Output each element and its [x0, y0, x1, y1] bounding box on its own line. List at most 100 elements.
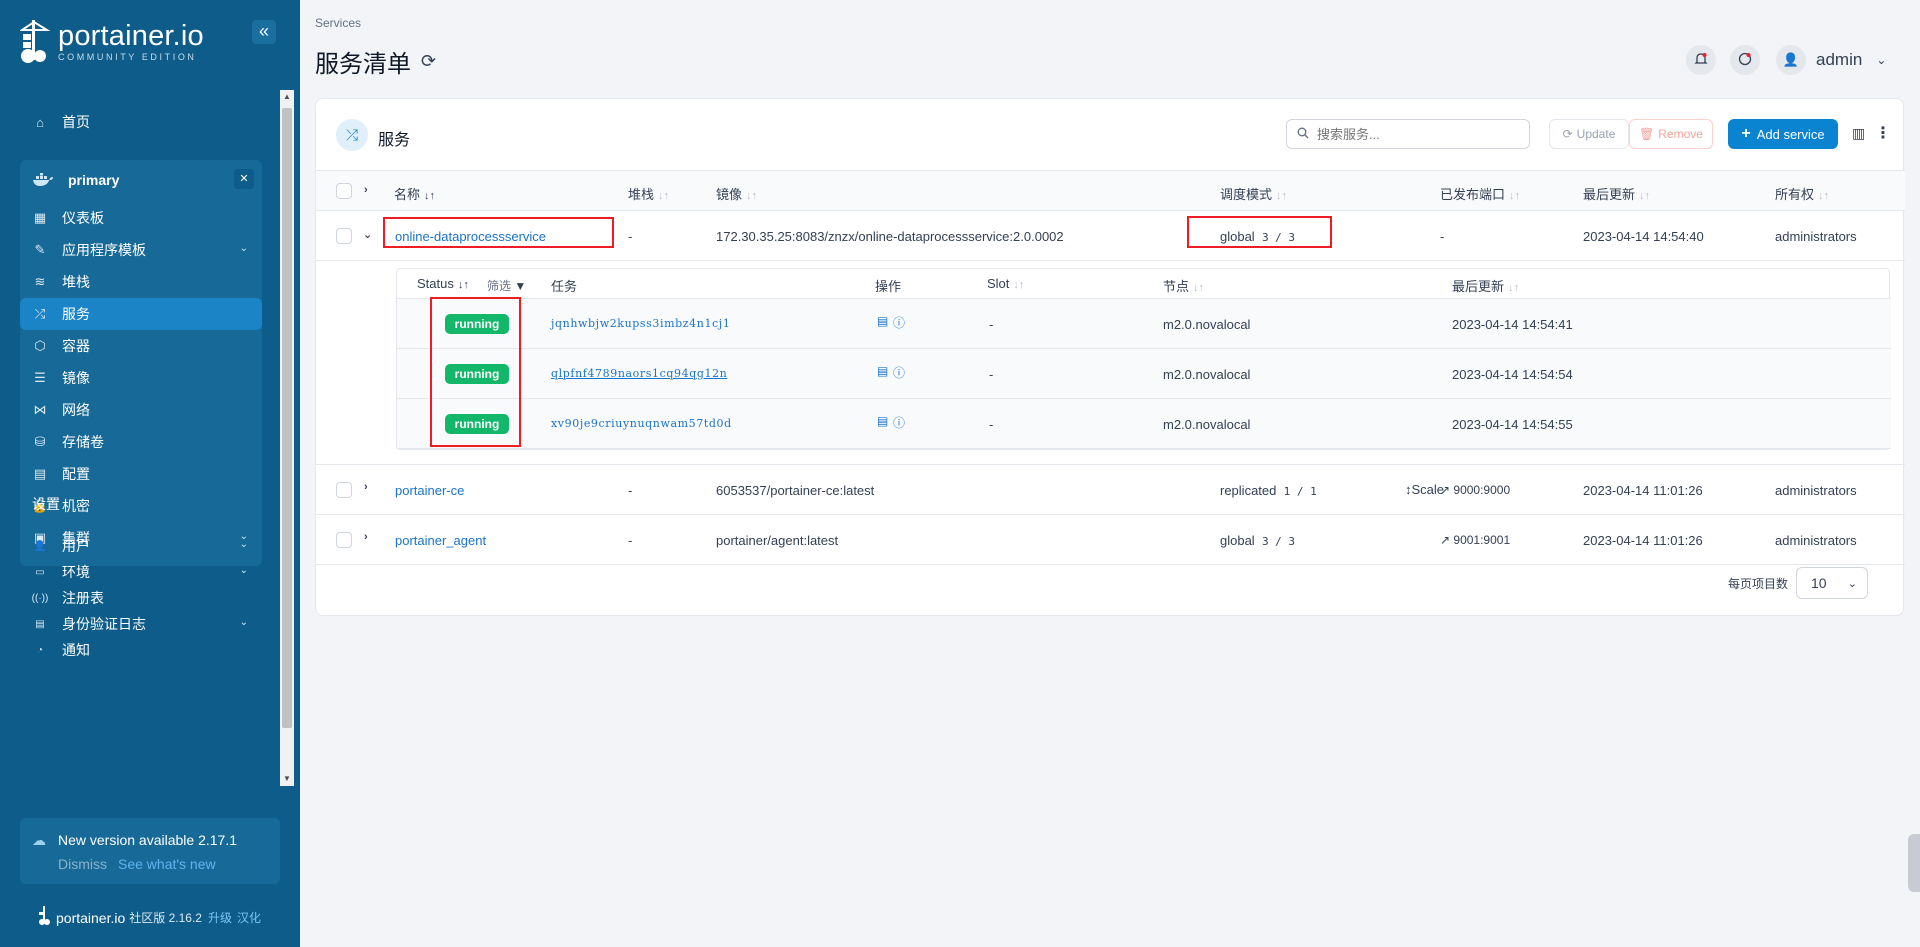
sidebar-item-rocket[interactable]: ✎ 应用程序模板 ⌄: [20, 234, 262, 266]
sidebar-item-clipboard[interactable]: ▤ 配置: [20, 458, 262, 490]
task-updated: 2023-04-14 14:54:55: [1452, 417, 1573, 432]
sidebar-scrollbar[interactable]: ▲ ▼: [280, 90, 294, 786]
filter-button[interactable]: 筛选 ▼: [487, 277, 526, 294]
sidebar-item-shuffle[interactable]: ⤮ 服务: [20, 298, 262, 330]
col-ports[interactable]: 已发布端口 ↓↑: [1440, 184, 1520, 203]
service-image: portainer/agent:latest: [716, 533, 839, 548]
col-label: 节点: [1163, 279, 1190, 294]
breadcrumb[interactable]: Services: [315, 16, 361, 30]
sidebar-item-database[interactable]: ⛁ 存储卷: [20, 426, 262, 458]
row-checkbox[interactable]: [336, 482, 352, 498]
select-all-checkbox[interactable]: [336, 183, 352, 199]
refresh-icon[interactable]: ⟳: [421, 51, 436, 72]
row-checkbox[interactable]: [336, 532, 352, 548]
scale-button[interactable]: ↕Scale: [1405, 482, 1444, 497]
update-button[interactable]: ⟳ Update: [1549, 119, 1629, 149]
bell-icon: [1694, 52, 1708, 69]
expand-row-icon[interactable]: ›: [364, 531, 368, 543]
settings-section-label: 设置: [32, 496, 60, 512]
task-info-icon[interactable]: ⓘ: [893, 414, 905, 431]
remove-button[interactable]: 🗑 Remove: [1629, 119, 1713, 149]
task-id-link[interactable]: jqnhwbjw2kupss3imbz4n1cj1: [551, 317, 730, 330]
task-node: m2.0.novalocal: [1163, 417, 1251, 432]
service-ownership: administrators: [1775, 229, 1857, 244]
localize-link[interactable]: 汉化: [237, 909, 261, 926]
sidebar-item-dashboard[interactable]: ▦ 仪表板: [20, 202, 262, 234]
sidebar-item-share[interactable]: ⋈ 网络: [20, 394, 262, 426]
shuffle-icon: ⤮: [34, 306, 46, 321]
task-info-icon[interactable]: ⓘ: [893, 314, 905, 331]
collapse-row-icon[interactable]: ⌄: [363, 228, 372, 241]
col-name[interactable]: 名称 ↓↑: [394, 184, 435, 203]
col-task-updated[interactable]: 最后更新 ↓↑: [1452, 276, 1519, 295]
annotation-box-status: [430, 297, 521, 447]
sort-icon: ↓↑: [746, 190, 758, 202]
search-input[interactable]: [1317, 126, 1517, 142]
sort-icon: ↓↑: [1193, 282, 1205, 294]
row-checkbox[interactable]: [336, 228, 352, 244]
service-image: 6053537/portainer-ce:latest: [716, 483, 875, 498]
upgrade-link[interactable]: 升级: [208, 909, 232, 926]
col-slot[interactable]: Slot ↓↑: [987, 276, 1024, 291]
close-environment-button[interactable]: ✕: [234, 169, 254, 189]
published-port-link[interactable]: ↗ 9001:9001: [1440, 533, 1510, 547]
col-status[interactable]: Status ↓↑: [417, 276, 469, 291]
expand-row-icon[interactable]: ›: [364, 481, 368, 493]
col-updated[interactable]: 最后更新 ↓↑: [1583, 184, 1650, 203]
collapse-sidebar-button[interactable]: «: [252, 20, 276, 44]
task-id-link[interactable]: xv90je9criuynuqnwam57td0d: [551, 417, 732, 430]
items-per-page-select[interactable]: 10 ⌄: [1796, 567, 1868, 599]
trash-icon: 🗑: [1639, 127, 1655, 141]
sort-icon: ↓↑: [1818, 190, 1830, 202]
chevron-down-icon: ⌄: [1847, 578, 1857, 590]
sidebar-item-box[interactable]: ⬡ 容器: [20, 330, 262, 362]
add-service-button[interactable]: + Add service: [1728, 119, 1838, 149]
search-box[interactable]: [1286, 119, 1530, 149]
environment-header[interactable]: primary ✕: [20, 160, 262, 200]
task-info-icon[interactable]: ⓘ: [893, 364, 905, 381]
notifications-button[interactable]: [1686, 45, 1716, 75]
scrollbar-thumb[interactable]: [282, 108, 292, 728]
col-ownership[interactable]: 所有权 ↓↑: [1775, 184, 1829, 203]
sidebar-item-label: 身份验证日志: [62, 616, 146, 632]
share-icon: ⋈: [33, 402, 47, 417]
table-header: › 名称 ↓↑ 堆栈 ↓↑ 镜像 ↓↑ 调度模式 ↓↑ 已发布端口 ↓↑ 最后更新 ↓↑ 所…: [316, 171, 1905, 211]
task-logs-icon[interactable]: ▤: [877, 414, 888, 428]
published-port-link[interactable]: ↗ 9000:9000: [1440, 483, 1510, 497]
sidebar-item-layers[interactable]: ≋ 堆栈: [20, 266, 262, 298]
sidebar-item-list[interactable]: ☰ 镜像: [20, 362, 262, 394]
columns-icon[interactable]: ▥: [1852, 125, 1865, 142]
sidebar-item-bell[interactable]: ◔ 通知: [20, 634, 262, 666]
sidebar-item-label: 服务: [62, 306, 90, 322]
sidebar-item-label: 存储卷: [62, 434, 104, 450]
sidebar-item-label: 首页: [62, 114, 90, 130]
col-stack[interactable]: 堆栈 ↓↑: [628, 184, 669, 203]
sidebar-item-home[interactable]: ⌂ 首页: [20, 106, 262, 138]
portainer-logo[interactable]: portainer.io COMMUNITY EDITION: [18, 20, 204, 64]
col-label: 所有权: [1775, 187, 1815, 202]
col-mode[interactable]: 调度模式 ↓↑: [1220, 184, 1287, 203]
col-image[interactable]: 镜像 ↓↑: [716, 184, 757, 203]
annotation-box-service-name: [383, 217, 614, 248]
expand-all-icon[interactable]: ›: [364, 184, 368, 196]
scroll-up-icon[interactable]: ▲: [283, 92, 291, 101]
home-icon: ⌂: [36, 114, 44, 130]
service-name-link[interactable]: portainer-ce: [395, 483, 464, 498]
sidebar-item-label: 环境: [62, 564, 90, 580]
task-logs-icon[interactable]: ▤: [877, 364, 888, 378]
sidebar-footer: portainer.io 社区版 2.16.2 升级 汉化: [38, 906, 266, 929]
help-button[interactable]: [1730, 45, 1760, 75]
service-updated: 2023-04-14 14:54:40: [1583, 229, 1704, 244]
footer-version: 社区版 2.16.2: [129, 911, 202, 925]
see-whats-new-link[interactable]: See what's new: [118, 856, 216, 872]
service-name-link[interactable]: portainer_agent: [395, 533, 486, 548]
more-options-icon[interactable]: ⋮: [1875, 123, 1891, 143]
dismiss-link[interactable]: Dismiss: [58, 856, 107, 872]
sidebar-item-label: 用户: [62, 538, 90, 554]
side-drawer-handle[interactable]: [1908, 834, 1920, 892]
task-logs-icon[interactable]: ▤: [877, 314, 888, 328]
user-menu[interactable]: 👤 admin ⌄: [1776, 45, 1886, 75]
task-id-link[interactable]: qlpfnf4789naors1cq94qg12n: [551, 367, 727, 380]
col-node[interactable]: 节点 ↓↑: [1163, 276, 1204, 295]
scroll-down-icon[interactable]: ▼: [283, 774, 291, 783]
